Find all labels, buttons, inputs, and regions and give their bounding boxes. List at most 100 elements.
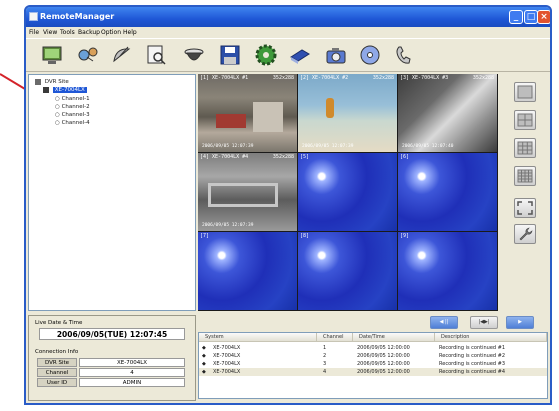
save-icon[interactable] bbox=[218, 43, 242, 67]
scene-object bbox=[216, 114, 246, 128]
channel-key: Channel bbox=[37, 368, 77, 377]
camera-view-2[interactable]: [2] XE-7004LX #2 352x288 2006/09/05 12:0… bbox=[298, 74, 397, 152]
row-system: XE-7004LX bbox=[213, 369, 241, 375]
scene-person bbox=[326, 98, 334, 118]
camera-4-resolution: 352x288 bbox=[272, 154, 294, 160]
user-id-key: User ID bbox=[37, 378, 77, 387]
monitor-icon[interactable] bbox=[40, 43, 64, 67]
scene-object bbox=[253, 102, 283, 132]
camera-view-7[interactable]: [7] bbox=[198, 232, 297, 310]
channel-2-label: Channel-2 bbox=[61, 104, 90, 110]
fullscreen-button[interactable] bbox=[514, 198, 536, 218]
row-channel: 4 bbox=[323, 369, 327, 375]
tree-channel-1[interactable]: ○ Channel-1 bbox=[55, 95, 90, 103]
layout-4x4-button[interactable] bbox=[514, 166, 536, 186]
row-description: Recording is continued #2 bbox=[439, 353, 506, 359]
disc-icon[interactable] bbox=[358, 43, 382, 67]
tree-root-label: DVR Site bbox=[44, 79, 69, 85]
phone-icon[interactable] bbox=[392, 43, 416, 67]
search-playback-icon[interactable] bbox=[144, 43, 168, 67]
camera-4-timestamp: 2006/09/05 12:07:39 bbox=[202, 223, 254, 228]
title-bar[interactable]: RemoteManager _ □ × bbox=[26, 7, 550, 27]
table-row[interactable]: ◆ XE-7004LX 2 2006/09/05 12:00:00 Record… bbox=[199, 352, 547, 360]
dvr-site-key: DVR Site bbox=[37, 358, 77, 367]
layout-3x3-button[interactable] bbox=[514, 138, 536, 158]
camera-6-label: [6] bbox=[400, 154, 410, 160]
camera-icon: ◆ bbox=[202, 369, 206, 375]
wrench-icon bbox=[519, 227, 533, 241]
camera-9-label: [9] bbox=[400, 233, 410, 239]
row-description: Recording is continued #3 bbox=[439, 361, 506, 367]
tree-root[interactable]: DVR Site bbox=[35, 78, 69, 86]
camera-5-label: [5] bbox=[300, 154, 310, 160]
event-log-table: System Channel Date/Time Description ◆ X… bbox=[198, 332, 548, 399]
camera-3-label: [3] XE-7004LX #3 bbox=[400, 75, 449, 81]
toolbar bbox=[26, 38, 550, 72]
camera-view-6[interactable]: [6] bbox=[398, 153, 497, 231]
book-icon[interactable] bbox=[288, 43, 312, 67]
camera-view-5[interactable]: [5] bbox=[298, 153, 397, 231]
camera-view-8[interactable]: [8] bbox=[298, 232, 397, 310]
dvr-unit-icon bbox=[43, 86, 49, 93]
snapshot-camera-icon[interactable] bbox=[324, 43, 348, 67]
layout-buttons bbox=[500, 74, 550, 311]
tree-channel-4[interactable]: ○ Channel-4 bbox=[55, 119, 90, 127]
menu-option[interactable]: Option bbox=[101, 27, 121, 38]
tree-channel-3[interactable]: ○ Channel-3 bbox=[55, 111, 90, 119]
camera-2-resolution: 352x288 bbox=[372, 75, 394, 81]
maximize-button[interactable]: □ bbox=[524, 10, 538, 24]
dome-camera-icon[interactable] bbox=[182, 43, 206, 67]
column-channel[interactable]: Channel bbox=[317, 333, 353, 342]
camera-1-label: [1] XE-7004LX #1 bbox=[200, 75, 249, 81]
row-channel: 3 bbox=[323, 361, 327, 367]
tree-channel-2[interactable]: ○ Channel-2 bbox=[55, 103, 90, 111]
table-row[interactable]: ◆ XE-7004LX 1 2006/09/05 12:00:00 Record… bbox=[199, 344, 547, 352]
nine-view-icon bbox=[517, 141, 533, 155]
camera-4-label: [4] XE-7004LX #4 bbox=[200, 154, 249, 160]
table-row[interactable]: ◆ XE-7004LX 3 2006/09/05 12:00:00 Record… bbox=[199, 360, 547, 368]
column-system[interactable]: System bbox=[199, 333, 317, 342]
info-panel: Live Date & Time 2006/09/05(TUE) 12:07:4… bbox=[28, 315, 196, 401]
network-icon[interactable] bbox=[76, 43, 100, 67]
layout-1x1-button[interactable] bbox=[514, 82, 536, 102]
row-description: Recording is continued #1 bbox=[439, 345, 506, 351]
play-button[interactable]: ▶ bbox=[506, 316, 534, 329]
row-datetime: 2006/09/05 12:00:00 bbox=[357, 345, 410, 351]
pause-button[interactable]: ◀ || bbox=[430, 316, 458, 329]
channel-1-label: Channel-1 bbox=[61, 96, 90, 102]
minimize-button[interactable]: _ bbox=[509, 10, 523, 24]
camera-view-1[interactable]: [1] XE-7004LX #1 352x288 2006/09/05 12:0… bbox=[198, 74, 297, 152]
satellite-dish-icon[interactable] bbox=[110, 43, 134, 67]
camera-view-4[interactable]: [4] XE-7004LX #4 352x288 2006/09/05 12:0… bbox=[198, 153, 297, 231]
menu-tools[interactable]: Tools bbox=[60, 27, 75, 38]
app-icon bbox=[29, 12, 38, 21]
row-system: XE-7004LX bbox=[213, 345, 241, 351]
single-view-icon bbox=[517, 85, 533, 99]
menu-help[interactable]: Help bbox=[123, 27, 137, 38]
table-row[interactable]: ◆ XE-7004LX 4 2006/09/05 12:00:00 Record… bbox=[199, 368, 547, 376]
row-channel: 2 bbox=[323, 353, 327, 359]
layout-2x2-button[interactable] bbox=[514, 110, 536, 130]
settings-gear-icon[interactable] bbox=[254, 43, 278, 67]
menu-backup[interactable]: Backup bbox=[78, 27, 100, 38]
camera-view-3[interactable]: [3] XE-7004LX #3 352x288 2006/09/05 12:0… bbox=[398, 74, 497, 152]
dvr-site-tree: DVR Site XE-7004LX ○ Channel-1 ○ Channel… bbox=[28, 74, 196, 311]
dvr-site-icon bbox=[35, 78, 41, 85]
channel-3-label: Channel-3 bbox=[61, 112, 90, 118]
close-button[interactable]: × bbox=[537, 10, 550, 24]
tree-site-node[interactable]: XE-7004LX bbox=[43, 86, 87, 94]
menu-view[interactable]: View bbox=[43, 27, 57, 38]
column-description[interactable]: Description bbox=[435, 333, 547, 342]
column-datetime[interactable]: Date/Time bbox=[353, 333, 435, 342]
camera-view-9[interactable]: [9] bbox=[398, 232, 497, 310]
fullscreen-icon bbox=[517, 201, 533, 215]
menu-file[interactable]: File bbox=[29, 27, 39, 38]
scene-object bbox=[208, 183, 278, 207]
video-grid: [1] XE-7004LX #1 352x288 2006/09/05 12:0… bbox=[198, 74, 498, 311]
camera-2-timestamp: 2006/09/05 12:07:39 bbox=[302, 144, 354, 149]
camera-icon: ◆ bbox=[202, 353, 206, 359]
tools-button[interactable] bbox=[514, 224, 536, 244]
row-system: XE-7004LX bbox=[213, 361, 241, 367]
step-button[interactable]: |◀▶| bbox=[470, 316, 498, 329]
channel-4-label: Channel-4 bbox=[61, 120, 90, 126]
